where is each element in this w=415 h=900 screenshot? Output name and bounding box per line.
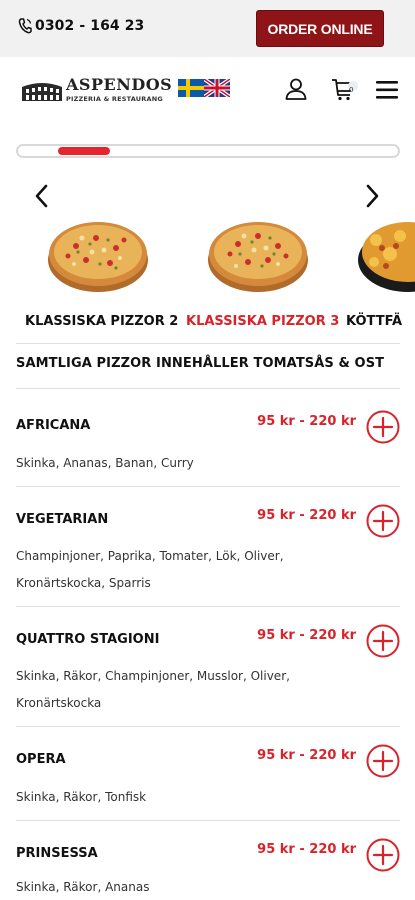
- divider: [16, 486, 400, 487]
- item-price: 95 kr - 220 kr: [257, 748, 356, 763]
- user-icon[interactable]: [284, 77, 308, 101]
- top-bar: 0302 - 164 23 ORDER ONLINE: [0, 0, 415, 57]
- menu-icon[interactable]: [376, 79, 398, 101]
- item-description: Skinka, Räkor, Champinjoner, Musslor, Ol…: [16, 669, 290, 710]
- pizza-image[interactable]: [46, 208, 150, 296]
- plus-circle-icon[interactable]: [366, 624, 400, 658]
- chevron-left-icon[interactable]: [32, 182, 52, 210]
- divider: [16, 343, 400, 344]
- item-description: Skinka, Räkor, Ananas: [16, 880, 150, 894]
- item-name: PRINSESSA: [16, 846, 98, 861]
- plus-circle-icon[interactable]: [366, 744, 400, 778]
- item-description: Champinjoner, Paprika, Tomater, Lök, Oli…: [16, 549, 284, 590]
- category-kottfars[interactable]: KÖTTFÄ: [346, 314, 402, 329]
- plus-circle-icon[interactable]: [366, 838, 400, 872]
- plus-circle-icon[interactable]: [366, 504, 400, 538]
- item-price: 95 kr - 220 kr: [257, 628, 356, 643]
- pizza-image[interactable]: [206, 208, 310, 296]
- plus-circle-icon[interactable]: [366, 410, 400, 444]
- phone-link[interactable]: 0302 - 164 23: [18, 18, 144, 34]
- logo-name: ASPENDOS: [66, 75, 173, 94]
- logo-tagline: PIZZERIA & RESTAURANG: [66, 95, 163, 103]
- item-description: Skinka, Räkor, Tonfisk: [16, 790, 147, 804]
- divider: [16, 726, 400, 727]
- colosseum-logo-icon: [22, 83, 62, 101]
- item-price: 95 kr - 220 kr: [257, 414, 356, 429]
- menu-note: SAMTLIGA PIZZOR INNEHÅLLER TOMATSÅS & OS…: [16, 356, 385, 371]
- divider: [16, 388, 400, 389]
- menu-item: VEGETARIAN 95 kr - 220 kr Champinjoner, …: [16, 500, 400, 606]
- pizza-image[interactable]: [356, 208, 415, 296]
- carousel-scrollbar[interactable]: [16, 144, 400, 158]
- category-klassiska-pizzor-2[interactable]: KLASSISKA PIZZOR 2: [25, 314, 178, 329]
- language-switcher: [178, 79, 230, 97]
- cart-count-badge: 0: [349, 86, 354, 94]
- menu-item: PRINSESSA 95 kr - 220 kr Skinka, Räkor, …: [16, 834, 400, 900]
- item-price: 95 kr - 220 kr: [257, 842, 356, 857]
- category-klassiska-pizzor-3[interactable]: KLASSISKA PIZZOR 3: [186, 314, 339, 329]
- menu-item: QUATTRO STAGIONI 95 kr - 220 kr Skinka, …: [16, 620, 400, 726]
- item-description: Skinka, Ananas, Banan, Curry: [16, 456, 194, 470]
- chevron-right-icon[interactable]: [362, 182, 382, 210]
- divider: [16, 606, 400, 607]
- swedish-flag-icon[interactable]: [178, 79, 204, 97]
- menu-item: AFRICANA 95 kr - 220 kr Skinka, Ananas, …: [16, 406, 400, 486]
- scrollbar-thumb[interactable]: [58, 147, 110, 155]
- item-name: OPERA: [16, 752, 66, 767]
- item-price: 95 kr - 220 kr: [257, 508, 356, 523]
- uk-flag-icon[interactable]: [204, 79, 230, 97]
- item-name: VEGETARIAN: [16, 512, 109, 527]
- item-name: QUATTRO STAGIONI: [16, 632, 160, 647]
- phone-icon: [18, 18, 32, 34]
- item-name: AFRICANA: [16, 418, 91, 433]
- divider: [16, 820, 400, 821]
- phone-number: 0302 - 164 23: [35, 18, 145, 34]
- logo[interactable]: ASPENDOS PIZZERIA & RESTAURANG: [20, 75, 172, 107]
- cart-icon[interactable]: [331, 77, 359, 101]
- menu-item: OPERA 95 kr - 220 kr Skinka, Räkor, Tonf…: [16, 740, 400, 820]
- site-header: ASPENDOS PIZZERIA & RESTAURANG 0: [0, 57, 415, 123]
- order-online-button[interactable]: ORDER ONLINE: [256, 10, 384, 47]
